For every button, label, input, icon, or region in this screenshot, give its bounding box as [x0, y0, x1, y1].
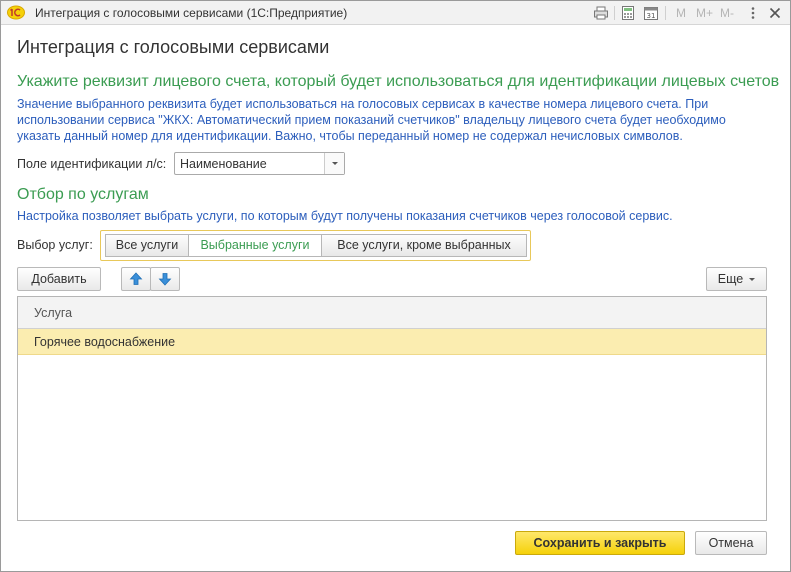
toolbar-separator: [614, 6, 615, 20]
identification-field-select[interactable]: Наименование: [174, 152, 345, 175]
option-selected-services[interactable]: Выбранные услуги: [188, 234, 322, 257]
memory-minus-button[interactable]: M-: [720, 6, 734, 20]
calculator-icon[interactable]: [620, 5, 636, 21]
svg-text:31: 31: [647, 12, 656, 20]
toolbar-separator: [665, 6, 666, 20]
table-cell-service: Горячее водоснабжение: [34, 335, 176, 349]
save-and-close-button[interactable]: Сохранить и закрыть: [515, 531, 685, 555]
arrow-up-icon: [129, 272, 143, 285]
account-note-line: использовании сервиса "ЖКХ: Автоматическ…: [17, 113, 726, 127]
section-heading-services: Отбор по услугам: [17, 186, 149, 203]
services-note: Настройка позволяет выбрать услуги, по к…: [17, 209, 673, 223]
chevron-down-icon: [749, 278, 756, 282]
account-note-line: указать данный номер для идентификации. …: [17, 129, 683, 143]
move-up-button[interactable]: [121, 267, 151, 291]
account-note: Значение выбранного реквизита будет испо…: [17, 96, 726, 144]
more-button-label: Еще: [717, 272, 744, 286]
table-header[interactable]: Услуга: [18, 297, 766, 329]
calendar-icon[interactable]: 31: [643, 5, 659, 21]
identification-field-value: Наименование: [180, 157, 267, 171]
chevron-down-icon: [332, 162, 338, 165]
app-window: Интеграция с голосовыми сервисами (1С:Пр…: [0, 0, 791, 572]
cancel-button[interactable]: Отмена: [695, 531, 767, 555]
dropdown-button[interactable]: [324, 153, 344, 174]
option-all-except-selected[interactable]: Все услуги, кроме выбранных: [321, 234, 527, 257]
app-logo-icon: [7, 5, 25, 20]
title-bar: Интеграция с голосовыми сервисами (1С:Пр…: [1, 1, 790, 25]
services-choice-group: Все услуги Выбранные услуги Все услуги, …: [100, 230, 531, 261]
services-table: Услуга Горячее водоснабжение: [17, 296, 767, 521]
memory-plus-button[interactable]: M+: [696, 6, 713, 20]
window-title: Интеграция с голосовыми сервисами (1С:Пр…: [35, 6, 348, 20]
add-button[interactable]: Добавить: [17, 267, 101, 291]
more-button[interactable]: Еще: [706, 267, 767, 291]
services-choice-label: Выбор услуг:: [17, 238, 93, 252]
arrow-down-icon: [158, 273, 172, 286]
identification-field-label: Поле идентификации л/с:: [17, 157, 167, 171]
column-header-service: Услуга: [34, 306, 73, 320]
account-note-line: Значение выбранного реквизита будет испо…: [17, 97, 709, 111]
memory-m-button[interactable]: M: [676, 6, 686, 20]
section-heading-account: Укажите реквизит лицевого счета, который…: [17, 73, 780, 90]
move-down-button[interactable]: [150, 267, 180, 291]
print-icon[interactable]: [593, 5, 609, 21]
form-title: Интеграция с голосовыми сервисами: [17, 37, 330, 57]
close-icon[interactable]: [767, 5, 783, 21]
more-vertical-icon[interactable]: [745, 5, 761, 21]
option-all-services[interactable]: Все услуги: [105, 234, 189, 257]
table-row[interactable]: Горячее водоснабжение: [18, 329, 766, 355]
